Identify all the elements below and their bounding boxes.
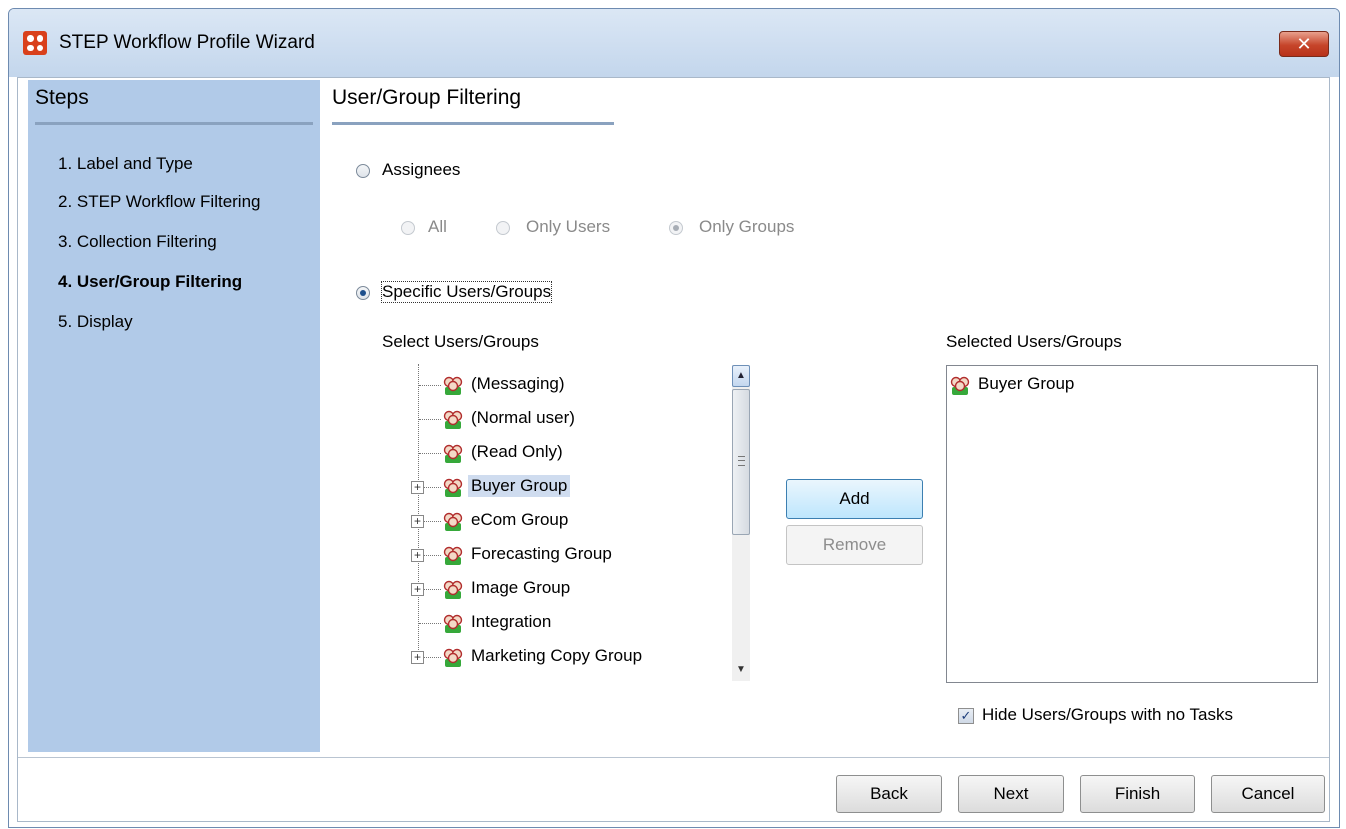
step-item-user-group-filtering[interactable]: 4. User/Group Filtering [58, 272, 242, 292]
next-button[interactable]: Next [958, 775, 1064, 813]
wizard-window: STEP Workflow Profile Wizard ✕ Steps 1. … [8, 8, 1340, 828]
scroll-up-icon[interactable]: ▲ [732, 365, 750, 387]
tree-item[interactable]: (Read Only) [388, 438, 718, 468]
tree-item[interactable]: + Buyer Group [388, 472, 718, 502]
user-group-icon [443, 512, 463, 531]
plus-expander-icon[interactable]: + [411, 651, 424, 664]
user-group-icon [443, 546, 463, 565]
specific-users-groups-label[interactable]: Specific Users/Groups [380, 281, 553, 303]
page-title: User/Group Filtering [332, 86, 522, 109]
assignees-radio[interactable] [356, 164, 370, 178]
steps-panel: Steps 1. Label and Type 2. STEP Workflow… [28, 80, 320, 752]
hide-users-groups-label[interactable]: Hide Users/Groups with no Tasks [982, 705, 1233, 725]
tree-item[interactable]: (Normal user) [388, 404, 718, 434]
step-item-label-and-type[interactable]: 1. Label and Type [58, 154, 193, 174]
add-button[interactable]: Add [786, 479, 923, 519]
back-button[interactable]: Back [836, 775, 942, 813]
scroll-thumb[interactable] [732, 389, 750, 535]
title-bar[interactable]: STEP Workflow Profile Wizard ✕ [9, 9, 1339, 77]
selected-users-groups-list[interactable]: Buyer Group [946, 365, 1318, 683]
list-item[interactable]: Buyer Group [895, 370, 1225, 400]
step-app-icon [23, 31, 47, 55]
window-title: STEP Workflow Profile Wizard [59, 32, 315, 53]
select-users-groups-heading: Select Users/Groups [382, 332, 539, 351]
only-users-label: Only Users [526, 217, 611, 236]
steps-title: Steps [35, 86, 89, 109]
tree-item-label: (Normal user) [471, 408, 575, 427]
user-group-icon [443, 478, 463, 497]
list-item-label: Buyer Group [978, 374, 1075, 393]
title-divider [332, 122, 614, 125]
tree-item-label: (Read Only) [471, 442, 563, 461]
user-group-icon [443, 648, 463, 667]
tree-item-label: (Messaging) [471, 374, 565, 393]
tree-item[interactable]: + Forecasting Group [388, 540, 718, 570]
remove-button[interactable]: Remove [786, 525, 923, 565]
specific-users-groups-radio[interactable] [356, 286, 370, 300]
plus-expander-icon[interactable]: + [411, 481, 424, 494]
user-group-icon [950, 376, 970, 395]
footer-divider [18, 757, 1329, 758]
hide-users-groups-checkbox[interactable]: ✓ [958, 708, 974, 724]
tree-item-label: Marketing Copy Group [471, 646, 643, 665]
tree-item-label: Image Group [471, 578, 571, 597]
tree-item-label: Forecasting Group [471, 544, 612, 563]
tree-scrollbar[interactable]: ▲ ▼ [732, 365, 750, 681]
user-group-icon [443, 614, 463, 633]
step-item-collection-filtering[interactable]: 3. Collection Filtering [58, 232, 217, 252]
selected-users-groups-heading: Selected Users/Groups [946, 332, 1122, 351]
tree-item[interactable]: Integration [388, 608, 718, 638]
only-groups-radio[interactable] [669, 221, 683, 235]
close-button[interactable]: ✕ [1279, 31, 1329, 57]
all-label: All [428, 217, 447, 236]
all-radio[interactable] [401, 221, 415, 235]
user-group-icon [443, 410, 463, 429]
only-groups-label: Only Groups [699, 217, 795, 236]
plus-expander-icon[interactable]: + [411, 515, 424, 528]
tree-item[interactable]: + Marketing Copy Group [388, 642, 718, 672]
user-group-icon [443, 444, 463, 463]
wizard-client-area: Steps 1. Label and Type 2. STEP Workflow… [17, 77, 1330, 822]
tree-item[interactable]: (Messaging) [388, 370, 718, 400]
tree-item[interactable]: + Image Group [388, 574, 718, 604]
tree-item[interactable]: + eCom Group [388, 506, 718, 536]
user-group-icon [443, 580, 463, 599]
cancel-button[interactable]: Cancel [1211, 775, 1325, 813]
tree-item-label: eCom Group [471, 510, 569, 529]
tree-item-label: Buyer Group [468, 475, 571, 497]
assignees-label[interactable]: Assignees [382, 160, 460, 180]
grip-icon [738, 456, 745, 466]
scroll-down-icon[interactable]: ▼ [732, 659, 750, 681]
steps-divider [35, 122, 313, 125]
plus-expander-icon[interactable]: + [411, 583, 424, 596]
step-item-workflow-filtering[interactable]: 2. STEP Workflow Filtering [58, 192, 261, 212]
finish-button[interactable]: Finish [1080, 775, 1195, 813]
only-users-radio[interactable] [496, 221, 510, 235]
step-item-display[interactable]: 5. Display [58, 312, 133, 332]
plus-expander-icon[interactable]: + [411, 549, 424, 562]
user-group-icon [443, 376, 463, 395]
tree-item-label: Integration [471, 612, 552, 631]
users-groups-tree[interactable]: (Messaging) (Normal user) (Read Only) + … [388, 354, 762, 684]
